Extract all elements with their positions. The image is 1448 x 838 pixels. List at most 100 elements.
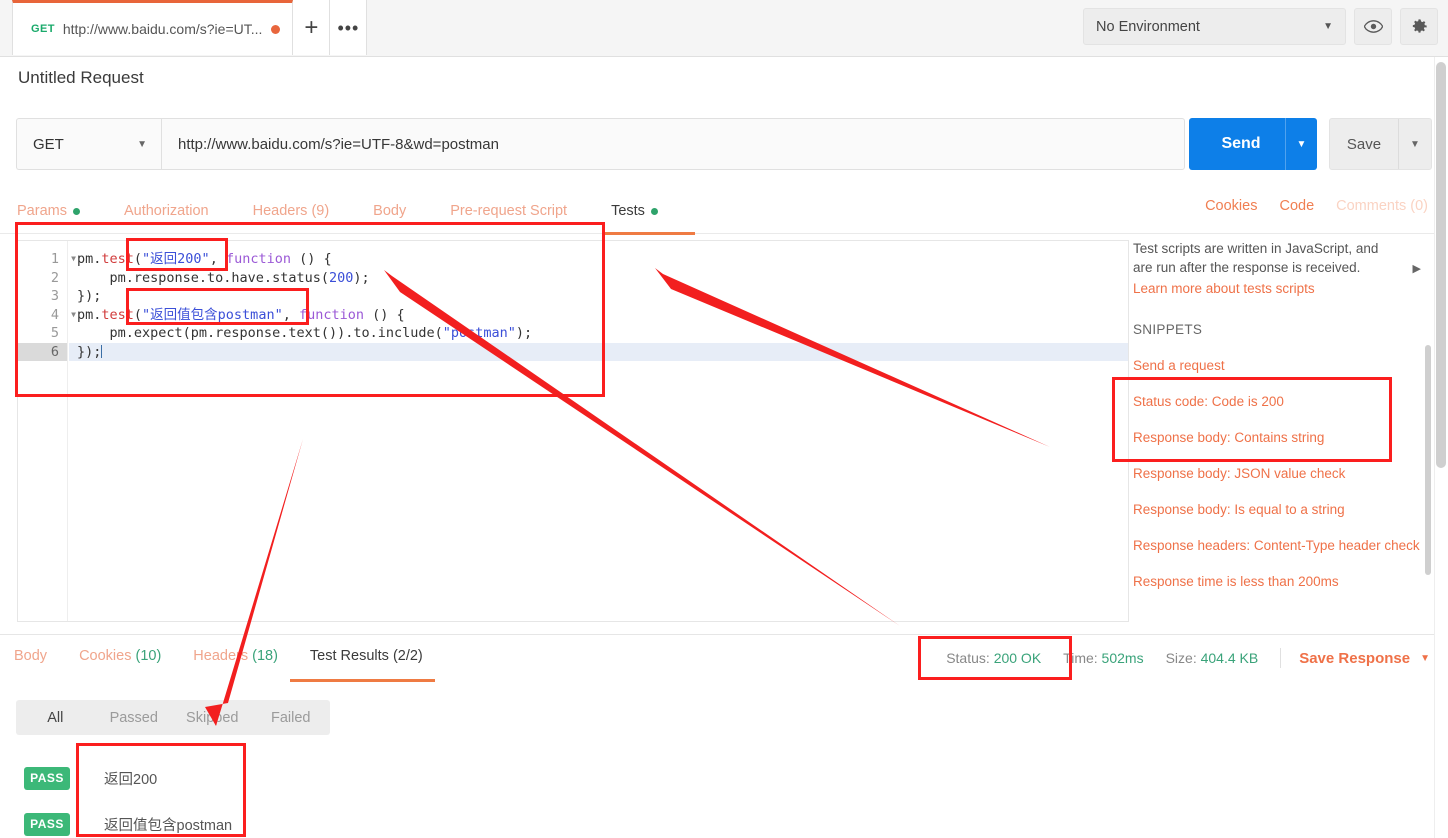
line-number: 4 ▼ (50, 306, 76, 323)
status-badge: PASS (24, 812, 70, 836)
test-name: 返回值包含postman (104, 817, 233, 834)
page-scrollbar-thumb[interactable] (1436, 62, 1446, 468)
tab-tests-label: Tests (611, 203, 645, 219)
request-tab-method: GET (31, 23, 55, 35)
request-tabs: Params Authorization Headers (9) Body Pr… (0, 196, 1448, 232)
page-title: Untitled Request (18, 68, 144, 87)
code-line: }); (69, 342, 1128, 361)
snippet-status-code[interactable]: Status code: Code is 200 (1133, 394, 1433, 409)
snippet-content-type-header-check[interactable]: Response headers: Content-Type header ch… (1133, 538, 1433, 553)
modified-dot-icon (72, 207, 80, 215)
comments-link[interactable]: Comments (0) (1336, 198, 1428, 214)
editor-code-area[interactable]: pm.test("返回200", function () { pm.respon… (69, 241, 1128, 621)
test-result-filters: All Passed Skipped Failed (16, 700, 330, 735)
editor-gutter: 1 ▼ 2 3 4 ▼ 5 6 (18, 241, 76, 621)
send-options-caret-icon[interactable]: ▼ (1285, 118, 1317, 170)
save-button[interactable]: Save ▼ (1329, 118, 1432, 170)
code-link[interactable]: Code (1279, 198, 1314, 214)
response-tabs: Body Cookies (10) Headers (18) Test Resu… (14, 648, 455, 664)
tab-options-button[interactable]: ••• (330, 0, 368, 55)
filter-passed[interactable]: Passed (95, 710, 174, 726)
eye-icon (1363, 20, 1383, 33)
snippets-heading: SNIPPETS (1133, 322, 1203, 338)
line-number: 5 (50, 325, 59, 341)
line-number: 1 ▼ (50, 251, 76, 267)
url-input-value: http://www.baidu.com/s?ie=UTF-8&wd=postm… (178, 135, 499, 153)
code-line: pm.test("返回值包含postman", function () { (77, 306, 405, 323)
snippets-description: Test scripts are written in JavaScript, … (1133, 241, 1379, 275)
table-row: PASS 返回值包含postman (24, 801, 232, 838)
snippets-panel: ▶ Test scripts are written in JavaScript… (1133, 240, 1433, 622)
test-results-list: PASS 返回200 PASS 返回值包含postman (24, 755, 232, 838)
tab-params[interactable]: Params (17, 196, 102, 226)
response-divider (0, 634, 1434, 635)
cookies-link[interactable]: Cookies (1205, 198, 1257, 214)
chevron-right-icon[interactable]: ▶ (1413, 262, 1421, 275)
tab-bar-tabs: GET http://www.baidu.com/s?ie=UT... + ••… (12, 0, 368, 57)
learn-more-link[interactable]: Learn more about tests scripts (1133, 281, 1433, 296)
settings-button[interactable] (1400, 8, 1438, 45)
active-response-tab-indicator (290, 679, 435, 682)
environment-select[interactable]: No Environment ▼ (1083, 8, 1346, 45)
snippet-send-a-request[interactable]: Send a request (1133, 358, 1433, 373)
environment-controls: No Environment ▼ (1083, 8, 1438, 45)
tab-pre-request-script[interactable]: Pre-request Script (450, 196, 589, 226)
http-method-value: GET (33, 135, 64, 153)
save-response-button[interactable]: Save Response ▼ (1299, 650, 1430, 667)
meta-divider (1280, 648, 1282, 668)
request-tab[interactable]: GET http://www.baidu.com/s?ie=UT... (12, 0, 294, 55)
code-line: pm.test("返回200", function () { (77, 251, 332, 267)
filter-skipped[interactable]: Skipped (173, 710, 252, 726)
postman-window: GET http://www.baidu.com/s?ie=UT... + ••… (0, 0, 1448, 838)
status-badge: PASS (24, 766, 70, 790)
chevron-down-icon: ▼ (1323, 21, 1333, 32)
line-number: 6 (18, 342, 67, 361)
tab-body[interactable]: Body (373, 196, 428, 226)
response-tab-body[interactable]: Body (14, 648, 47, 664)
line-number: 3 (50, 288, 59, 304)
environment-quick-look-button[interactable] (1354, 8, 1392, 45)
tab-headers[interactable]: Headers (9) (253, 196, 352, 226)
chevron-down-icon: ▼ (137, 138, 147, 150)
snippet-contains-string[interactable]: Response body: Contains string (1133, 430, 1433, 445)
modified-dot-icon (650, 207, 658, 215)
snippet-json-value-check[interactable]: Response body: JSON value check (1133, 466, 1433, 481)
request-tab-url: http://www.baidu.com/s?ie=UT... (62, 21, 263, 37)
snippet-is-equal-to-a-string[interactable]: Response body: Is equal to a string (1133, 502, 1433, 517)
time-value: 502ms (1101, 650, 1144, 666)
code-line: pm.expect(pm.response.text()).to.include… (77, 325, 533, 341)
response-tab-cookies[interactable]: Cookies (10) (79, 648, 161, 664)
response-tab-headers[interactable]: Headers (18) (193, 648, 278, 664)
response-tab-test-results[interactable]: Test Results (2/2) (310, 648, 423, 664)
request-utility-links: Cookies Code Comments (0) (1205, 198, 1428, 214)
tab-params-label: Params (17, 203, 67, 219)
filter-all[interactable]: All (16, 710, 95, 726)
response-meta: Status: 200 OK Time: 502ms Size: 404.4 K… (946, 648, 1430, 668)
send-button[interactable]: Send ▼ (1189, 118, 1317, 170)
send-button-label: Send (1221, 135, 1261, 152)
tests-code-editor[interactable]: 1 ▼ 2 3 4 ▼ 5 6 pm.test("返回200", function … (17, 240, 1129, 622)
snippets-scrollbar-thumb[interactable] (1425, 345, 1431, 575)
environment-select-value: No Environment (1096, 18, 1200, 35)
http-method-select[interactable]: GET ▼ (16, 118, 161, 170)
unsaved-dot-icon (271, 24, 281, 34)
save-options-caret-icon[interactable]: ▼ (1398, 119, 1431, 169)
tab-tests[interactable]: Tests (611, 196, 680, 226)
url-input[interactable]: http://www.baidu.com/s?ie=UTF-8&wd=postm… (161, 118, 1185, 170)
table-row: PASS 返回200 (24, 755, 232, 801)
tab-authorization[interactable]: Authorization (124, 196, 231, 226)
test-name: 返回200 (104, 771, 158, 788)
filter-failed[interactable]: Failed (252, 710, 331, 726)
new-tab-button[interactable]: + (293, 0, 331, 55)
line-number: 2 (50, 269, 59, 286)
code-line: }); (77, 288, 102, 304)
snippet-response-time[interactable]: Response time is less than 200ms (1133, 574, 1433, 589)
status-value: 200 OK (993, 650, 1042, 666)
tab-bar: GET http://www.baidu.com/s?ie=UT... + ••… (0, 0, 1448, 57)
gear-icon (1412, 19, 1427, 33)
request-tabs-divider (0, 233, 1448, 234)
code-line: pm.response.to.have.status(200); (77, 269, 370, 286)
size-meta: Size: 404.4 KB (1165, 650, 1259, 666)
save-response-label: Save Response (1299, 649, 1411, 667)
time-meta: Time: 502ms (1063, 650, 1144, 666)
